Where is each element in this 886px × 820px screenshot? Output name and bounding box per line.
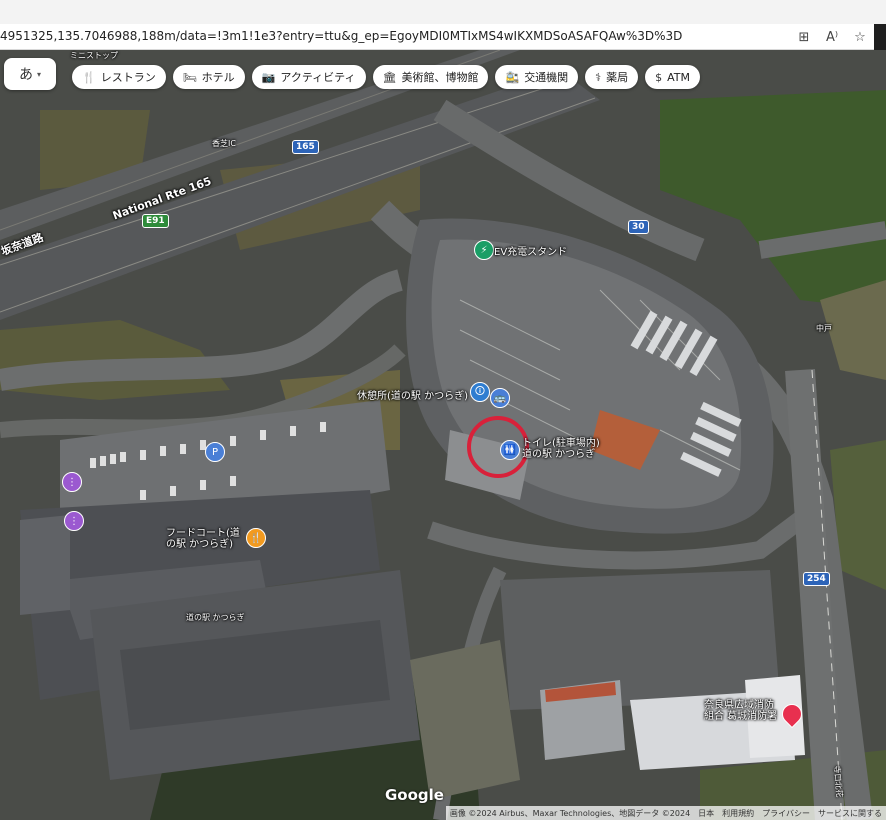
satellite-map[interactable]: National Rte 165 坂奈道路 香芝IC 165 E91 30 25… [0, 50, 886, 820]
chip-label: 交通機関 [524, 71, 569, 84]
read-aloud-icon[interactable]: A⁾ [818, 24, 846, 50]
address-bar-actions: ⊞ A⁾ ☆ [790, 24, 886, 50]
transit-icon: 🚉 [505, 70, 520, 84]
bus-stop-icon[interactable]: 🚌 [490, 388, 510, 408]
toilet-icon[interactable]: 🚻 [500, 440, 520, 460]
chip-museum[interactable]: 🏛 美術館、博物館 [372, 65, 489, 89]
reader-view-icon[interactable]: ⊞ [790, 24, 818, 50]
chip-activities[interactable]: 📷 アクティビティ [251, 65, 366, 89]
museum-icon: 🏛 [382, 70, 397, 84]
parking-icon[interactable]: P [205, 442, 225, 462]
url-text[interactable]: 4951325,135.7046988,188m/data=!3m1!1e3?e… [0, 29, 682, 43]
route-30-shield: 30 [628, 220, 649, 234]
rest-area-label[interactable]: 休憩所(道の駅 かつらぎ) [357, 387, 468, 402]
chip-atm[interactable]: $ ATM [645, 65, 701, 89]
restaurant-pin-icon[interactable]: 🍴 [246, 528, 266, 548]
chip-pharmacy[interactable]: ⚕ 薬局 [585, 65, 639, 89]
chip-label: 美術館、博物館 [401, 71, 479, 84]
restaurant-icon: 🍴 [82, 70, 96, 84]
food-court-label[interactable]: フードコート(道 の駅 かつらぎ) [166, 528, 240, 550]
route-e91-shield: E91 [142, 214, 169, 228]
chip-restaurant[interactable]: 🍴 レストラン [72, 65, 166, 89]
michinoeki-label: 道の駅 かつらぎ [186, 613, 245, 622]
chip-label: ATM [667, 70, 691, 84]
attribution-bar: 画像 ©2024 Airbus、Maxar Technologies、地図データ… [445, 806, 886, 820]
chip-transit[interactable]: 🚉 交通機関 [495, 65, 579, 89]
place-icon-1[interactable]: ⋮ [62, 472, 82, 492]
fire-department-label[interactable]: 奈良県広域消防 組合 葛城消防署 [704, 700, 777, 722]
attribution-text: 画像 ©2024 Airbus、Maxar Technologies、地図データ… [449, 808, 691, 818]
favorite-star-icon[interactable]: ☆ [846, 24, 874, 50]
region-link[interactable]: 日本 [698, 808, 714, 819]
privacy-link[interactable]: プライバシー [762, 808, 810, 819]
address-bar[interactable]: 4951325,135.7046988,188m/data=!3m1!1e3?e… [0, 24, 886, 50]
chip-hotel[interactable]: 🛏 ホテル [172, 65, 245, 89]
ime-label: あ [18, 67, 33, 83]
atm-icon: $ [655, 70, 663, 84]
rest-area-icon[interactable]: 🛈 [470, 382, 490, 402]
google-logo: Google [385, 786, 444, 804]
chip-label: アクティビティ [280, 71, 356, 84]
terms-link[interactable]: 利用規約 [722, 808, 754, 819]
route-254-shield: 254 [803, 572, 830, 586]
camera-icon: 📷 [261, 70, 276, 84]
hotel-icon: 🛏 [182, 70, 197, 84]
chip-label: ホテル [201, 71, 235, 84]
feedback-link[interactable]: サービスに関する [818, 808, 882, 819]
chevron-down-icon: ▾ [36, 69, 41, 79]
chip-label: レストラン [100, 71, 156, 84]
chip-label: 薬局 [606, 71, 629, 84]
route-165-shield: 165 [292, 140, 319, 154]
toilet-label[interactable]: トイレ(駐車場内) 道の駅 かつらぎ [522, 438, 600, 460]
place-icon-2[interactable]: ⋮ [64, 511, 84, 531]
ev-charging-icon[interactable]: ⚡ [474, 240, 494, 260]
pharmacy-icon: ⚕ [595, 70, 602, 84]
ev-charging-label[interactable]: EV充電スタンド [494, 243, 567, 258]
store-label: ミニストップ [70, 51, 118, 60]
input-mode-indicator[interactable]: あ ▾ [4, 58, 56, 90]
category-chips: 🍴 レストラン 🛏 ホテル 📷 アクティビティ 🏛 美術館、博物館 🚉 交通機関… [72, 65, 701, 89]
nakado-label: 中戸 [816, 324, 832, 333]
browser-tab-strip [0, 0, 886, 24]
interchange-label: 香芝IC [212, 139, 236, 148]
sidebar-edge [874, 24, 886, 50]
